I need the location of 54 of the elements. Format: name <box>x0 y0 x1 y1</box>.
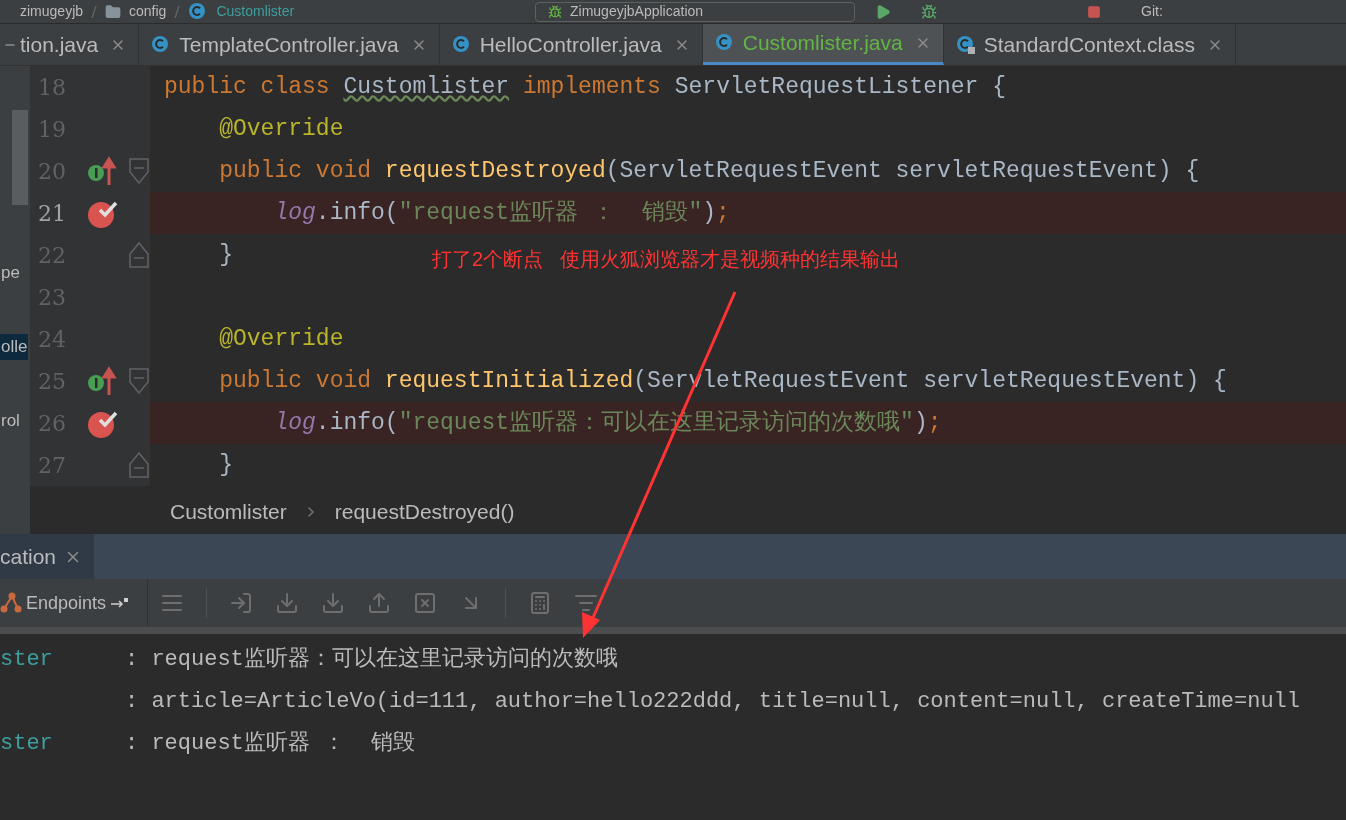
endpoints-tab[interactable]: Endpoints <box>0 579 148 627</box>
upload-icon[interactable] <box>367 591 391 615</box>
log-message: : request监听器：可以在这里记录访问的次数哦 <box>125 645 618 674</box>
path-item[interactable]: Customlister <box>216 1 295 22</box>
log-source: ster <box>0 730 53 756</box>
fold-marker-icon[interactable] <box>129 452 149 478</box>
code-line: @Override <box>218 324 344 354</box>
implements-marker-icon[interactable] <box>87 366 119 396</box>
breadcrumb-item[interactable]: requestDestroyed() <box>334 496 515 528</box>
class-icon <box>714 33 735 53</box>
editor-tab[interactable]: TemplateController.java <box>139 24 440 65</box>
fold-marker-icon[interactable] <box>129 242 149 268</box>
scrollbar[interactable] <box>12 110 28 205</box>
line-number: 21 <box>37 199 66 228</box>
log-message: : article=ArticleVo(id=111, author=hello222ddd, title=null, content=null, createTime=null <box>125 687 1300 716</box>
code-line: @Override <box>218 114 344 144</box>
editor-tab[interactable]: Customlister.java <box>702 24 944 65</box>
path-item[interactable]: config <box>129 1 167 22</box>
code-line: log.info("request监听器 ： 销毁"); <box>273 198 730 228</box>
debug-icon[interactable] <box>921 3 937 20</box>
git-label: Git: <box>1141 2 1163 21</box>
breadcrumb-item[interactable]: Customlister <box>170 496 287 528</box>
implements-marker-icon[interactable] <box>87 156 119 186</box>
download-icon[interactable] <box>275 591 299 615</box>
calculator-icon[interactable] <box>528 591 552 615</box>
editor-tab[interactable]: HelloController.java <box>439 24 703 65</box>
editor-tab[interactable]: tion.java <box>20 24 140 65</box>
endpoints-icon <box>0 592 22 614</box>
run-tab[interactable]: cation <box>0 534 95 579</box>
project-tree-item[interactable]: pe <box>0 260 21 286</box>
code-line: } <box>218 450 233 480</box>
editor-tab[interactable]: StandardContext.class <box>943 24 1236 65</box>
clear-icon[interactable] <box>413 591 437 615</box>
stop-icon[interactable] <box>1087 4 1101 19</box>
download-icon[interactable] <box>321 591 345 615</box>
code-line: public class Customlister implements ServletRequestListener { <box>164 72 1006 102</box>
project-tree-item[interactable]: rol <box>0 408 21 434</box>
bug-icon <box>548 4 562 19</box>
separator-icon <box>91 4 98 19</box>
log-message: : request监听器 ： 销毁 <box>125 729 416 758</box>
log-source: ster <box>0 646 53 672</box>
run-icon[interactable] <box>875 3 891 20</box>
fold-marker-icon[interactable] <box>129 158 149 184</box>
run-configuration[interactable]: ZimugeyjbApplication <box>535 1 855 22</box>
separator-icon <box>174 4 181 19</box>
annotation-note: 打了2个断点 使用火狐浏览器才是视频种的结果输出 <box>432 247 900 272</box>
project-tree-item[interactable]: olle <box>0 334 29 360</box>
code-line: } <box>218 240 233 270</box>
fold-marker-icon[interactable] <box>129 368 149 394</box>
path-item[interactable]: zimugeyjb <box>20 1 84 22</box>
code-line: public void requestDestroyed(ServletRequestEvent servletRequestEvent) { <box>218 156 1200 186</box>
locked-class-icon <box>955 34 976 55</box>
class-icon <box>451 34 472 55</box>
folder-icon <box>105 3 122 20</box>
